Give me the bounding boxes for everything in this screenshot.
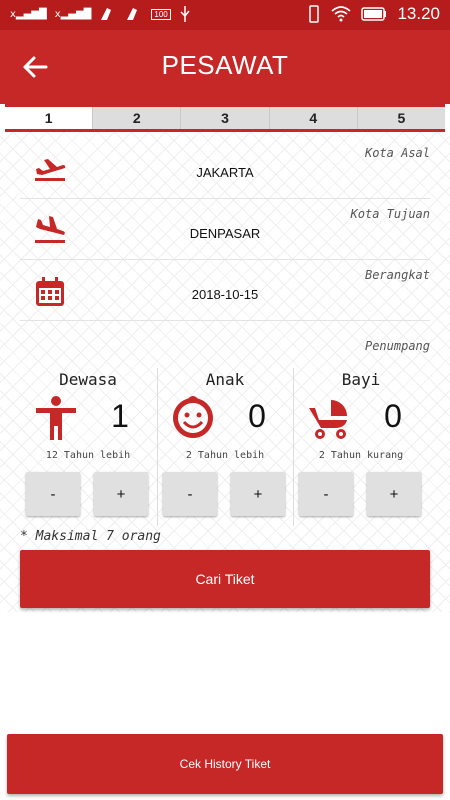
step-1: 1 [5, 107, 93, 129]
status-right: 13.20 [307, 4, 440, 24]
child-title: Anak [205, 370, 245, 389]
infant-count: 0 [384, 398, 402, 434]
child-counter: Anak 0 2 Tahun lebih - + [157, 366, 293, 526]
status-bar: x▂▄▆█ x▂▄▆█ 100 13.20 [0, 0, 450, 30]
departure-field[interactable]: Berangkat 2018-10-15 [20, 260, 430, 321]
passenger-label: Penumpang [364, 339, 430, 353]
infant-age-note: 2 Tahun kurang [318, 450, 404, 461]
adult-age-note: 12 Tahun lebih [45, 450, 131, 461]
stroller-icon [309, 400, 347, 439]
departure-value: 2018-10-15 [191, 287, 259, 302]
child-plus-button[interactable]: + [231, 472, 285, 516]
cleaner-icon-2 [127, 8, 138, 20]
signal-icon-1: x▂▄▆█ [10, 8, 47, 20]
departure-label: Berangkat [364, 268, 430, 282]
page-title: PESAWAT [161, 50, 289, 80]
adult-plus-button[interactable]: + [94, 472, 148, 516]
origin-field[interactable]: Kota Asal JAKARTA [20, 138, 430, 199]
destination-field[interactable]: Kota Tujuan DENPASAR [20, 199, 430, 260]
adult-person-icon [36, 396, 76, 440]
child-minus-button[interactable]: - [163, 472, 217, 516]
step-3: 3 [180, 107, 269, 129]
search-ticket-button[interactable]: Cari Tiket [20, 550, 430, 608]
adult-title: Dewasa [59, 370, 117, 389]
vibrate-icon [309, 5, 320, 23]
wifi-icon [331, 6, 352, 22]
ticket-history-button[interactable]: Cek History Tiket [7, 734, 443, 794]
destination-value: DENPASAR [189, 226, 261, 241]
destination-label: Kota Tujuan [350, 207, 430, 221]
child-face-icon [173, 396, 214, 438]
app-bar: PESAWAT [0, 30, 450, 104]
max-passenger-note: * Maksimal 7 orang [20, 529, 161, 544]
adult-minus-button[interactable]: - [26, 472, 80, 516]
infant-counter: Bayi 0 2 Tahun kurang - + [293, 366, 429, 526]
step-5: 5 [356, 107, 446, 129]
adult-counter: Dewasa 1 12 Tahun lebih - + [20, 366, 156, 526]
signal-icon-2: x▂▄▆█ [54, 8, 92, 20]
adult-count: 1 [111, 398, 129, 434]
infant-title: Bayi [341, 370, 381, 389]
clock: 13.20 [397, 4, 440, 23]
step-indicator: 1 2 3 4 5 [5, 104, 446, 132]
step-2: 2 [92, 107, 181, 129]
infant-minus-button[interactable]: - [299, 472, 353, 516]
usb-icon [180, 6, 190, 22]
cleaner-icon [101, 8, 112, 20]
infant-plus-button[interactable]: + [367, 472, 421, 516]
battery-app-icon: 100 [151, 8, 171, 20]
child-age-note: 2 Tahun lebih [185, 450, 265, 461]
step-4: 4 [268, 107, 357, 129]
status-left: x▂▄▆█ x▂▄▆█ 100 [10, 6, 191, 22]
battery-icon [361, 7, 387, 21]
child-count: 0 [248, 398, 266, 434]
origin-label: Kota Asal [364, 146, 430, 160]
origin-value: JAKARTA [196, 165, 254, 180]
